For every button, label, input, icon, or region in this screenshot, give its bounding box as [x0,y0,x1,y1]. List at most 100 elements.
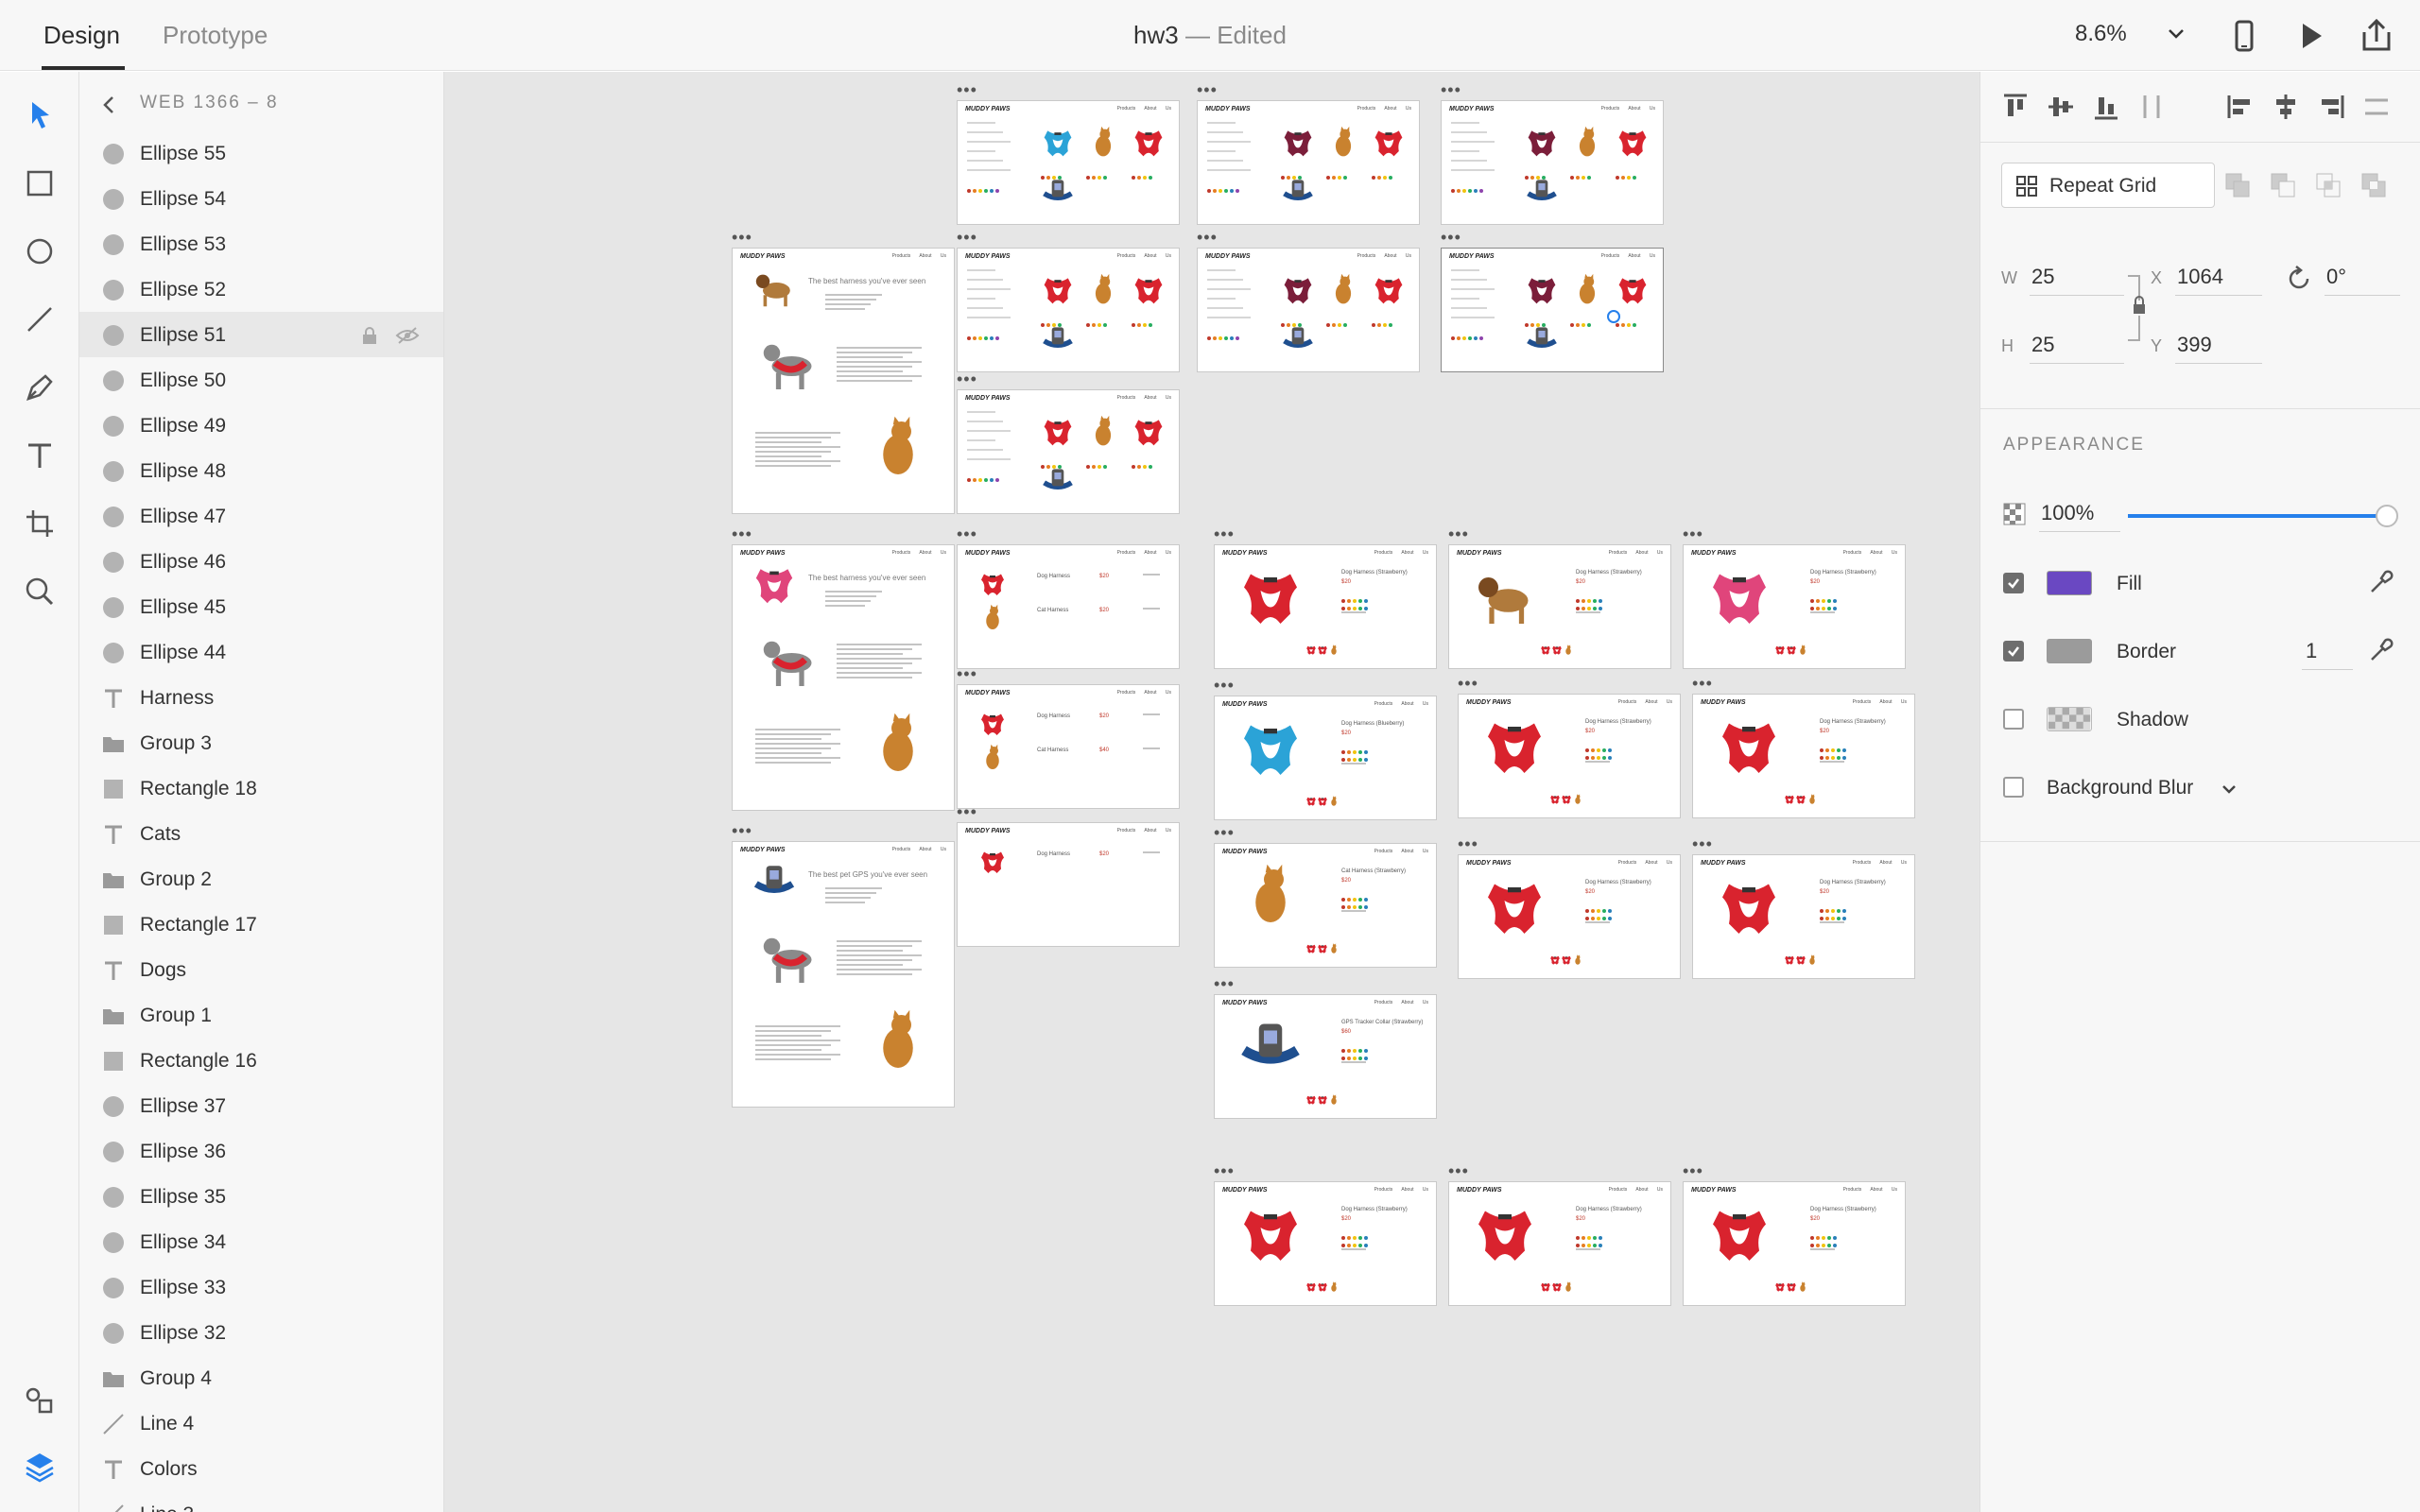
shadow-swatch[interactable] [2047,707,2092,731]
layer-row[interactable]: Rectangle 16 [79,1038,443,1083]
artboard[interactable]: MUDDY PAWS Products About Us Dog Harness (… [1214,544,1437,669]
artboard-menu-icon[interactable]: ••• [1214,525,1235,542]
distribute-vertical-icon[interactable] [2135,91,2168,123]
rotation-field[interactable]: 0° [2326,265,2346,289]
chevron-down-icon[interactable] [2221,782,2238,796]
artboard[interactable]: MUDDY PAWS Products About Us Dog Harness (… [1458,854,1681,979]
artboard[interactable]: MUDDY PAWS Products About Us Dog Harness (… [1692,694,1915,818]
artboard[interactable]: MUDDY PAWS Products About Us Dog Harness $2… [957,822,1180,947]
share-icon[interactable] [2358,17,2395,55]
layer-row[interactable]: Rectangle 17 [79,902,443,947]
artboard[interactable]: MUDDY PAWS Products About Us Dog Harness (… [1683,544,1906,669]
artboard[interactable]: MUDDY PAWS Products About Us [957,248,1180,372]
layer-row[interactable]: Ellipse 36 [79,1128,443,1174]
artboard[interactable]: MUDDY PAWS Products About Us Dog Harness $2… [957,544,1180,669]
artboard[interactable]: MUDDY PAWS Products About Us [1197,248,1420,372]
y-field[interactable]: 399 [2177,333,2212,357]
eyedropper-icon[interactable] [2368,635,2396,663]
eyedropper-icon[interactable] [2368,567,2396,595]
select-tool-icon[interactable] [21,96,59,134]
artboard-menu-icon[interactable]: ••• [1197,81,1218,98]
artboard[interactable]: MUDDY PAWS Products About Us [1197,100,1420,225]
artboard-menu-icon[interactable]: ••• [1448,1162,1469,1179]
opacity-slider[interactable] [2128,505,2398,527]
artboard[interactable]: MUDDY PAWS Products About Us [957,389,1180,514]
artboard-menu-icon[interactable]: ••• [1683,525,1703,542]
artboard-menu-icon[interactable]: ••• [1214,975,1235,992]
layer-row[interactable]: Ellipse 52 [79,266,443,312]
artboard[interactable]: MUDDY PAWS Products About Us Dog Harness (… [1458,694,1681,818]
layer-row[interactable]: Ellipse 51 [79,312,443,357]
boolean-subtract-icon[interactable] [2268,170,2300,202]
layer-row[interactable]: Ellipse 48 [79,448,443,493]
align-left-icon[interactable] [2224,91,2256,123]
artboard-menu-icon[interactable]: ••• [1683,1162,1703,1179]
border-width-field[interactable]: 1 [2306,639,2317,663]
rectangle-tool-icon[interactable] [21,164,59,202]
artboard[interactable]: MUDDY PAWS Products About Us Dog Harness (… [1448,544,1671,669]
opacity-field[interactable]: 100% [2041,501,2094,525]
artboard-menu-icon[interactable]: ••• [732,229,752,246]
artboard-menu-icon[interactable]: ••• [1692,675,1713,692]
artboard-menu-icon[interactable]: ••• [1214,1162,1235,1179]
artboard-menu-icon[interactable]: ••• [1441,229,1461,246]
background-blur-checkbox[interactable] [2003,777,2024,798]
layer-row[interactable]: Ellipse 32 [79,1310,443,1355]
layer-row[interactable]: Rectangle 18 [79,765,443,811]
layer-row[interactable]: Group 2 [79,856,443,902]
ellipse-tool-icon[interactable] [21,232,59,270]
artboard-menu-icon[interactable]: ••• [957,665,977,682]
artboard[interactable]: MUDDY PAWS Products About Us [1441,100,1664,225]
boolean-intersect-icon[interactable] [2313,170,2345,202]
layer-row[interactable]: Ellipse 37 [79,1083,443,1128]
eye-hidden-icon[interactable] [395,326,420,345]
layer-row[interactable]: Group 3 [79,720,443,765]
layer-row[interactable]: Group 4 [79,1355,443,1400]
artboard[interactable]: MUDDY PAWS Products About Us GPS Tracker C… [1214,994,1437,1119]
layer-row[interactable]: Ellipse 33 [79,1264,443,1310]
layer-row[interactable]: Line 4 [79,1400,443,1446]
layer-row[interactable]: Ellipse 35 [79,1174,443,1219]
layer-row[interactable]: Ellipse 34 [79,1219,443,1264]
design-canvas[interactable]: ••• MUDDY PAWS Products About Us ••• MUDDY P… [444,72,1979,1512]
layer-row[interactable]: Ellipse 45 [79,584,443,629]
line-tool-icon[interactable] [21,301,59,338]
width-field[interactable]: 25 [2031,265,2054,289]
layer-row[interactable]: Group 1 [79,992,443,1038]
layers-icon[interactable] [21,1448,59,1486]
artboard[interactable]: MUDDY PAWS Products About Us [957,100,1180,225]
artboard-menu-icon[interactable]: ••• [1692,835,1713,852]
layer-row[interactable]: Ellipse 55 [79,130,443,176]
artboard-menu-icon[interactable]: ••• [957,370,977,387]
fill-checkbox[interactable] [2003,573,2024,593]
layer-row[interactable]: Ellipse 47 [79,493,443,539]
align-right-icon[interactable] [2315,91,2347,123]
repeat-grid-button[interactable]: Repeat Grid [2001,163,2215,208]
artboard[interactable]: MUDDY PAWS Products About Us Dog Harness (… [1214,696,1437,820]
layer-row[interactable]: Ellipse 49 [79,403,443,448]
align-top-icon[interactable] [1999,91,2031,123]
artboard-menu-icon[interactable]: ••• [1458,675,1478,692]
artboard-menu-icon[interactable]: ••• [1197,229,1218,246]
artboard-menu-icon[interactable]: ••• [732,822,752,839]
artboard[interactable]: MUDDY PAWS Products About Us The best harn… [732,544,955,811]
artboard[interactable]: MUDDY PAWS Products About Us The best harn… [732,248,955,514]
fill-color-swatch[interactable] [2047,571,2092,595]
x-field[interactable]: 1064 [2177,265,2223,289]
artboard-menu-icon[interactable]: ••• [732,525,752,542]
artboard-menu-icon[interactable]: ••• [957,525,977,542]
artboard[interactable]: MUDDY PAWS Products About Us Dog Harness (… [1683,1181,1906,1306]
align-middle-icon[interactable] [2045,91,2077,123]
artboard-menu-icon[interactable]: ••• [1214,824,1235,841]
border-checkbox[interactable] [2003,641,2024,662]
shadow-checkbox[interactable] [2003,709,2024,730]
lock-aspect-icon[interactable] [2126,272,2152,344]
boolean-add-icon[interactable] [2222,170,2255,202]
artboard[interactable]: MUDDY PAWS Products About Us [1441,248,1664,372]
layer-row[interactable]: Ellipse 50 [79,357,443,403]
boolean-exclude-icon[interactable] [2359,170,2391,202]
layer-row[interactable]: Harness [79,675,443,720]
zoom-tool-icon[interactable] [21,573,59,610]
layer-row[interactable]: Line 3 [79,1491,443,1512]
layer-row[interactable]: Cats [79,811,443,856]
